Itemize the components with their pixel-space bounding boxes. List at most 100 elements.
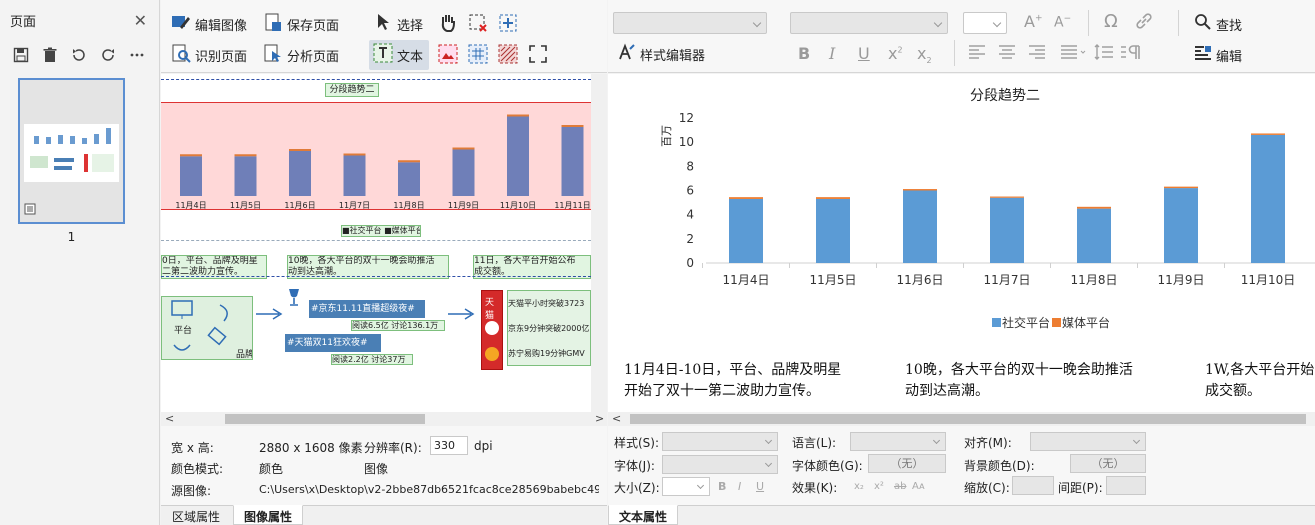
paragraph-3[interactable]: 1W,各大平台开始 成交额。 (1205, 360, 1314, 402)
text-region-button[interactable]: 文本 (369, 40, 430, 70)
font-select[interactable] (662, 455, 778, 474)
app-window: 页面 ✕ 1 编辑图像 保存页面 选择 识别页面 分析页面 文本 A+ A− Ω… (0, 0, 1315, 525)
resolution-input[interactable]: 330 (430, 436, 468, 455)
justify-icon[interactable] (1060, 44, 1086, 64)
close-icon[interactable]: ✕ (134, 11, 147, 30)
style-editor-button[interactable]: 样式编辑器 (618, 43, 705, 65)
align-right-icon[interactable] (1028, 44, 1046, 64)
add-region-icon[interactable] (497, 12, 519, 34)
subscript-icon[interactable]: x2 (917, 44, 932, 65)
rotate-right-icon[interactable] (99, 46, 117, 64)
image-legend-region[interactable]: ■社交平台 ■媒体平台 (341, 225, 421, 237)
edit-label: 编辑 (1216, 49, 1243, 65)
save-icon[interactable] (12, 46, 30, 64)
tmall-logo-column[interactable]: 天猫 (481, 290, 503, 370)
scale-input[interactable] (1012, 476, 1054, 495)
style-combo[interactable] (613, 12, 767, 34)
delete-icon[interactable] (41, 46, 59, 64)
shrink-font-icon[interactable]: A− (1054, 14, 1071, 31)
region-boundary (161, 240, 591, 241)
image-region-icon[interactable] (437, 43, 459, 65)
hashtag-jd-stats[interactable]: 阅读6.5亿 讨论136.1万 (351, 320, 445, 331)
paragraph-2[interactable]: 10晚，各大平台的双十一晚会助推活 动到达高潮。 (905, 360, 1133, 402)
underline-icon[interactable]: U (858, 44, 870, 63)
save-page-label: 保存页面 (287, 18, 340, 34)
bar-媒体平台 (990, 196, 1024, 198)
bold-icon[interactable]: B (718, 480, 726, 493)
image-x-label: 11月9日 (447, 201, 480, 210)
region-frame-icon[interactable] (527, 43, 549, 65)
recognize-page-button[interactable]: 识别页面 (171, 43, 247, 67)
scroll-left-icon[interactable]: < (165, 412, 174, 426)
language-select[interactable] (850, 432, 946, 451)
image-bar (234, 156, 257, 196)
font-color-picker[interactable]: （无） (868, 454, 946, 473)
tab-text-properties[interactable]: 文本属性 (608, 505, 679, 525)
sales-records-region[interactable]: 天猫平小时突破3723 京东9分钟突破2000亿 苏宁易购19分钟GMV (507, 290, 591, 366)
align-center-icon[interactable] (998, 44, 1016, 64)
spacing-input[interactable] (1106, 476, 1146, 495)
select-button[interactable]: 选择 (375, 12, 423, 36)
italic-icon[interactable]: I (829, 44, 835, 63)
hand-icon[interactable] (437, 12, 459, 34)
scroll-thumb[interactable] (630, 414, 1306, 424)
bar-社交平台 (729, 198, 763, 263)
grow-font-icon[interactable]: A+ (1024, 12, 1043, 31)
text-view[interactable]: 分段趋势二 百万 0 2 4 6 8 10 12 11月4日 11月5日 11月6日 11月7日 11月8… (608, 74, 1315, 412)
source-label: 源图像: (171, 484, 212, 498)
special-char-icon[interactable]: Ω (1104, 11, 1118, 32)
line-spacing-icon[interactable] (1094, 44, 1114, 64)
text-horizontal-scrollbar[interactable]: < (608, 412, 1315, 426)
align-select[interactable] (1030, 432, 1146, 451)
thumbnail-preview (24, 124, 119, 182)
bold-icon[interactable]: B (798, 44, 810, 63)
tab-region-properties[interactable]: 区域属性 (161, 505, 231, 525)
scroll-left-icon[interactable]: < (612, 412, 621, 426)
more-icon[interactable] (128, 46, 146, 64)
hashtag-jd[interactable]: #京东11.11直播超级夜# (309, 300, 425, 318)
align-left-icon[interactable] (968, 44, 986, 64)
find-button[interactable]: 查找 (1194, 13, 1242, 35)
paragraph-1[interactable]: 11月4日-10日，平台、品牌及明星 开始了双十一第二波助力宣传。 (624, 360, 841, 402)
subscript-icon[interactable]: x₂ (854, 481, 864, 492)
scroll-thumb[interactable] (225, 414, 425, 424)
font-size-combo[interactable] (963, 12, 1007, 34)
image-view[interactable]: 分段趋势二 11月4日 11月5日 11月6日 11月7日 11月8日 11月9日 11月1… (161, 74, 607, 412)
save-page-button[interactable]: 保存页面 (263, 12, 339, 36)
scroll-right-icon[interactable]: > (595, 412, 604, 426)
image-bar (452, 149, 475, 196)
table-region-icon[interactable] (467, 43, 489, 65)
page-thumbnail[interactable] (18, 78, 125, 224)
small-caps-icon[interactable]: Aᴀ (912, 481, 925, 492)
superscript-icon[interactable]: x² (874, 481, 884, 492)
analyze-page-button[interactable]: 分析页面 (263, 43, 339, 67)
delete-region-icon[interactable] (467, 12, 489, 34)
image-bar-top (507, 114, 529, 117)
image-horizontal-scrollbar[interactable]: < > (161, 412, 607, 426)
superscript-icon[interactable]: x2 (888, 44, 903, 63)
hashtag-tmall[interactable]: #天猫双11狂欢夜# (285, 334, 381, 352)
background-region-icon[interactable] (497, 43, 519, 65)
italic-icon[interactable]: I (738, 480, 741, 493)
platform-brand-graphic[interactable]: 平台 品牌 (161, 296, 253, 360)
strikethrough-icon[interactable]: ab (894, 481, 906, 492)
edit-image-button[interactable]: 编辑图像 (171, 12, 247, 36)
legend-swatch (1052, 318, 1061, 327)
vertical-scrollbar[interactable] (591, 74, 607, 412)
bar-社交平台 (1164, 188, 1198, 263)
tab-image-properties[interactable]: 图像属性 (233, 505, 304, 525)
rotate-left-icon[interactable] (70, 46, 88, 64)
y-tick-label: 6 (686, 184, 694, 198)
bg-color-picker[interactable]: （无） (1070, 454, 1146, 473)
font-size-select[interactable] (662, 477, 710, 496)
image-x-label: 11月10日 (499, 201, 537, 210)
paragraph-icon[interactable] (1120, 44, 1142, 64)
style-select[interactable] (662, 432, 778, 451)
font-combo[interactable] (790, 12, 948, 34)
underline-icon[interactable]: U (756, 480, 764, 493)
hashtag-tmall-stats[interactable]: 阅读2.2亿 讨论37万 (331, 354, 413, 365)
chart-title-region[interactable]: 分段趋势二 (325, 83, 379, 97)
x-tick-label: 11月10日 (1241, 273, 1296, 287)
edit-button[interactable]: 编辑 (1194, 44, 1242, 66)
link-icon[interactable] (1134, 11, 1154, 35)
